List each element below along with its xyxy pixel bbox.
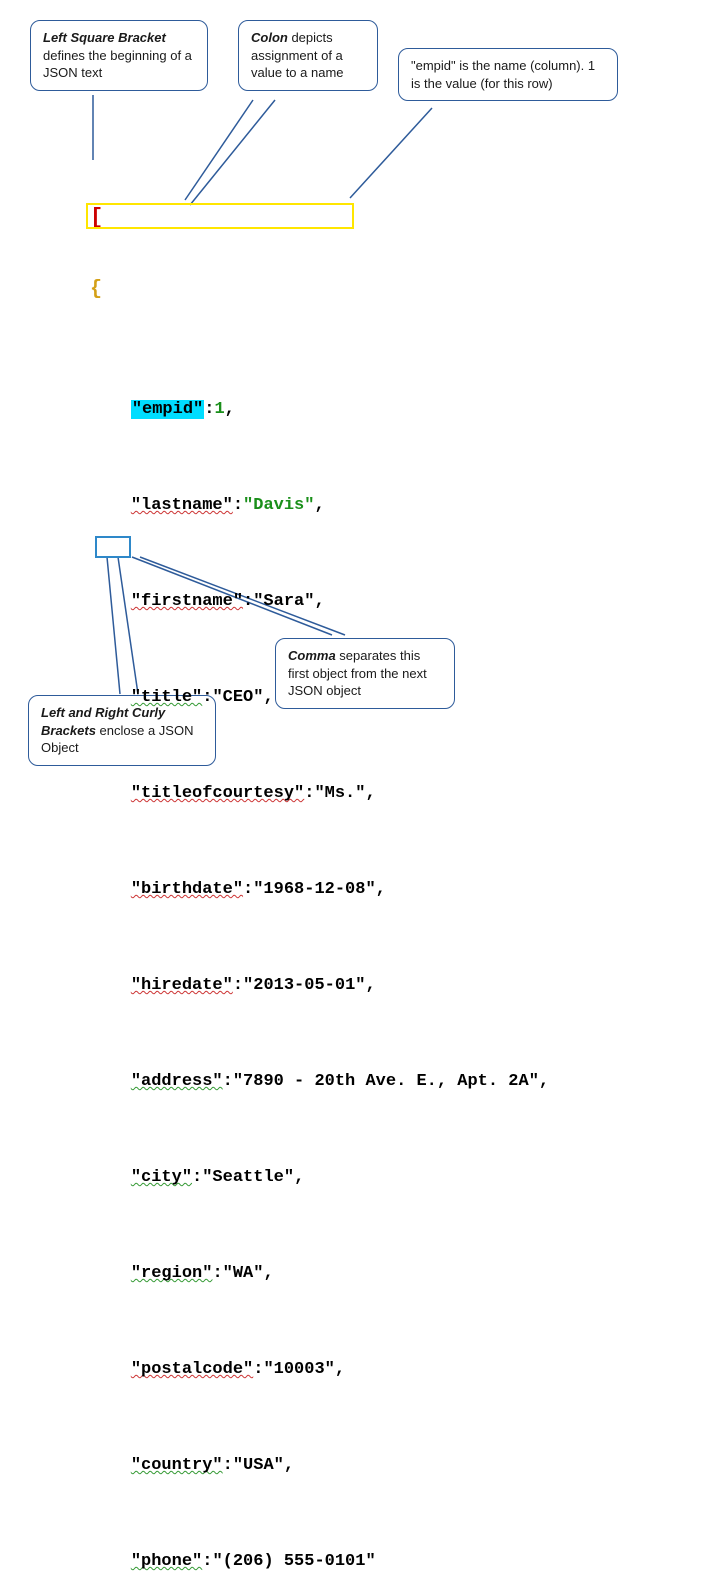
code-line: "city":"Seattle", xyxy=(90,1142,549,1166)
json-value: "Davis" xyxy=(243,496,314,515)
json-value: "(206) 555-0101" xyxy=(212,1552,375,1571)
code-line: "titleofcourtesy":"Ms.", xyxy=(90,758,549,782)
json-value: 1 xyxy=(214,400,224,419)
json-value: "WA" xyxy=(223,1264,264,1283)
json-value: "2013-05-01" xyxy=(243,976,365,995)
callout-bold: Left Square Bracket xyxy=(43,30,166,45)
json-key: "phone" xyxy=(131,1552,202,1571)
json-key: "region" xyxy=(131,1264,213,1283)
callout-bold: Colon xyxy=(251,30,288,45)
json-value: "USA" xyxy=(233,1456,284,1475)
callout-colon: Colon depicts assignment of a value to a… xyxy=(238,20,378,91)
json-key: "firstname" xyxy=(131,592,243,611)
json-value: "10003" xyxy=(263,1360,334,1379)
json-key: "titleofcourtesy" xyxy=(131,784,304,803)
json-value: "7890 - 20th Ave. E., Apt. 2A" xyxy=(233,1072,539,1091)
json-value: "Ms." xyxy=(314,784,365,803)
json-key: "hiredate" xyxy=(131,976,233,995)
json-value: "Sara" xyxy=(253,592,314,611)
code-line: "empid":1, xyxy=(90,374,549,398)
open-curly-bracket: { xyxy=(90,278,102,301)
code-line: "title":"CEO", xyxy=(90,662,549,686)
code-line: "region":"WA", xyxy=(90,1238,549,1262)
json-key: "postalcode" xyxy=(131,1360,253,1379)
json-code-block: [ { "empid":1, "lastname":"Davis", "firs… xyxy=(90,158,549,1592)
json-value: "CEO" xyxy=(212,688,263,707)
code-line: "address":"7890 - 20th Ave. E., Apt. 2A"… xyxy=(90,1046,549,1070)
json-key: "lastname" xyxy=(131,496,233,515)
code-line: "firstname":"Sara", xyxy=(90,566,549,590)
open-square-bracket: [ xyxy=(90,205,103,230)
code-line: "country":"USA", xyxy=(90,1430,549,1454)
callout-empid-note: "empid" is the name (column). 1 is the v… xyxy=(398,48,618,101)
json-key: "empid" xyxy=(131,400,204,419)
code-line: "lastname":"Davis", xyxy=(90,470,549,494)
callout-text: defines the beginning of a JSON text xyxy=(43,48,192,81)
json-key: "title" xyxy=(131,688,202,707)
json-key: "birthdate" xyxy=(131,880,243,899)
code-line: "birthdate":"1968-12-08", xyxy=(90,854,549,878)
callout-text: "empid" is the name (column). 1 is the v… xyxy=(411,58,595,91)
code-line: "phone":"(206) 555-0101" xyxy=(90,1526,549,1550)
json-key: "address" xyxy=(131,1072,223,1091)
code-line: "postalcode":"10003", xyxy=(90,1334,549,1358)
callout-left-bracket: Left Square Bracket defines the beginnin… xyxy=(30,20,208,91)
json-key: "country" xyxy=(131,1456,223,1475)
json-value: "1968-12-08" xyxy=(253,880,375,899)
code-line: "hiredate":"2013-05-01", xyxy=(90,950,549,974)
json-key: "city" xyxy=(131,1168,192,1187)
json-value: "Seattle" xyxy=(202,1168,294,1187)
